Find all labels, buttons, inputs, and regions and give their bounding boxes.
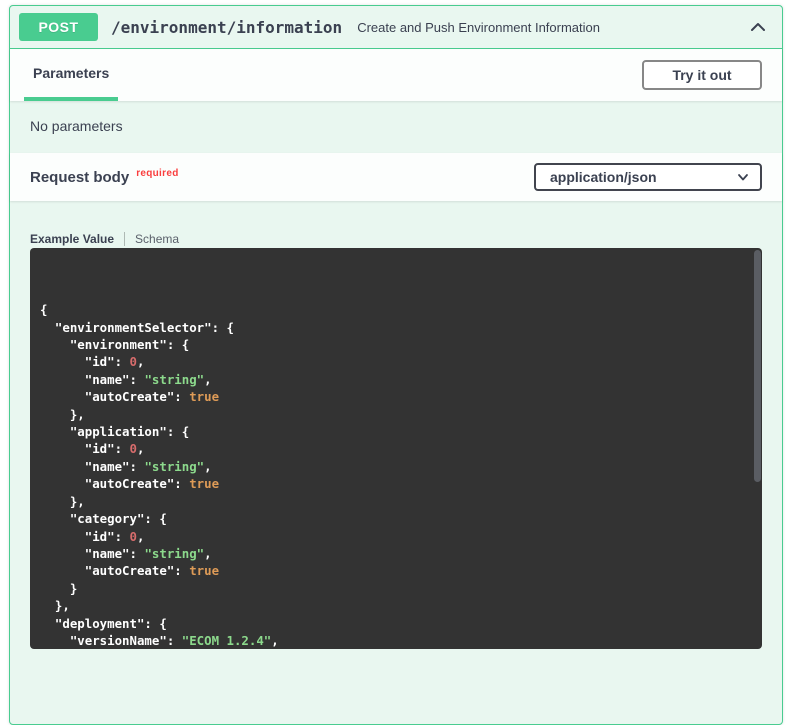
no-parameters-message: No parameters xyxy=(10,101,782,153)
code-line: "application": { xyxy=(40,423,752,440)
code-line: "deployment": { xyxy=(40,615,752,632)
code-line: "autoCreate": true xyxy=(40,562,752,579)
code-line: { xyxy=(40,301,752,318)
code-line: "autoCreate": true xyxy=(40,475,752,492)
request-body-title: Request bodyrequired xyxy=(30,169,179,186)
parameters-section-header: Parameters Try it out xyxy=(10,49,782,101)
tab-schema[interactable]: Schema xyxy=(135,232,179,246)
model-example-section: Example Value Schema { "environmentSelec… xyxy=(10,201,782,649)
code-scrollbar[interactable] xyxy=(754,250,761,482)
http-method-badge: POST xyxy=(19,13,98,41)
code-line: "autoCreate": true xyxy=(40,388,752,405)
endpoint-path: /environment/information xyxy=(111,18,342,37)
code-line: "id": 0, xyxy=(40,440,752,457)
chevron-down-icon xyxy=(736,170,750,184)
tab-parameters: Parameters xyxy=(24,49,118,101)
request-body-section-header: Request bodyrequired application/json xyxy=(10,153,782,201)
code-line: "versionName": "ECOM 1.2.4", xyxy=(40,632,752,649)
code-line: "name": "string", xyxy=(40,545,752,562)
parameters-title: Parameters xyxy=(33,65,109,81)
code-line: "id": 0, xyxy=(40,528,752,545)
code-line: }, xyxy=(40,597,752,614)
chevron-up-icon[interactable] xyxy=(748,17,768,37)
content-type-selected-value: application/json xyxy=(550,169,657,185)
try-it-out-button[interactable]: Try it out xyxy=(642,60,762,90)
opblock-post-environment-information: POST /environment/information Create and… xyxy=(9,5,783,725)
code-line: "id": 0, xyxy=(40,353,752,370)
content-type-select[interactable]: application/json xyxy=(534,163,762,191)
opblock-summary[interactable]: POST /environment/information Create and… xyxy=(10,6,782,49)
code-line: }, xyxy=(40,493,752,510)
code-line: "name": "string", xyxy=(40,371,752,388)
code-line: "category": { xyxy=(40,510,752,527)
tab-divider xyxy=(124,232,125,246)
code-line: "environmentSelector": { xyxy=(40,319,752,336)
code-line: }, xyxy=(40,406,752,423)
endpoint-description: Create and Push Environment Information xyxy=(357,20,600,35)
code-line: } xyxy=(40,580,752,597)
example-json-code: { "environmentSelector": { "environment"… xyxy=(30,248,762,649)
required-badge: required xyxy=(136,168,178,179)
tab-example-value[interactable]: Example Value xyxy=(30,232,114,246)
code-line: "name": "string", xyxy=(40,458,752,475)
model-tabs: Example Value Schema xyxy=(30,231,762,247)
code-line: "environment": { xyxy=(40,336,752,353)
